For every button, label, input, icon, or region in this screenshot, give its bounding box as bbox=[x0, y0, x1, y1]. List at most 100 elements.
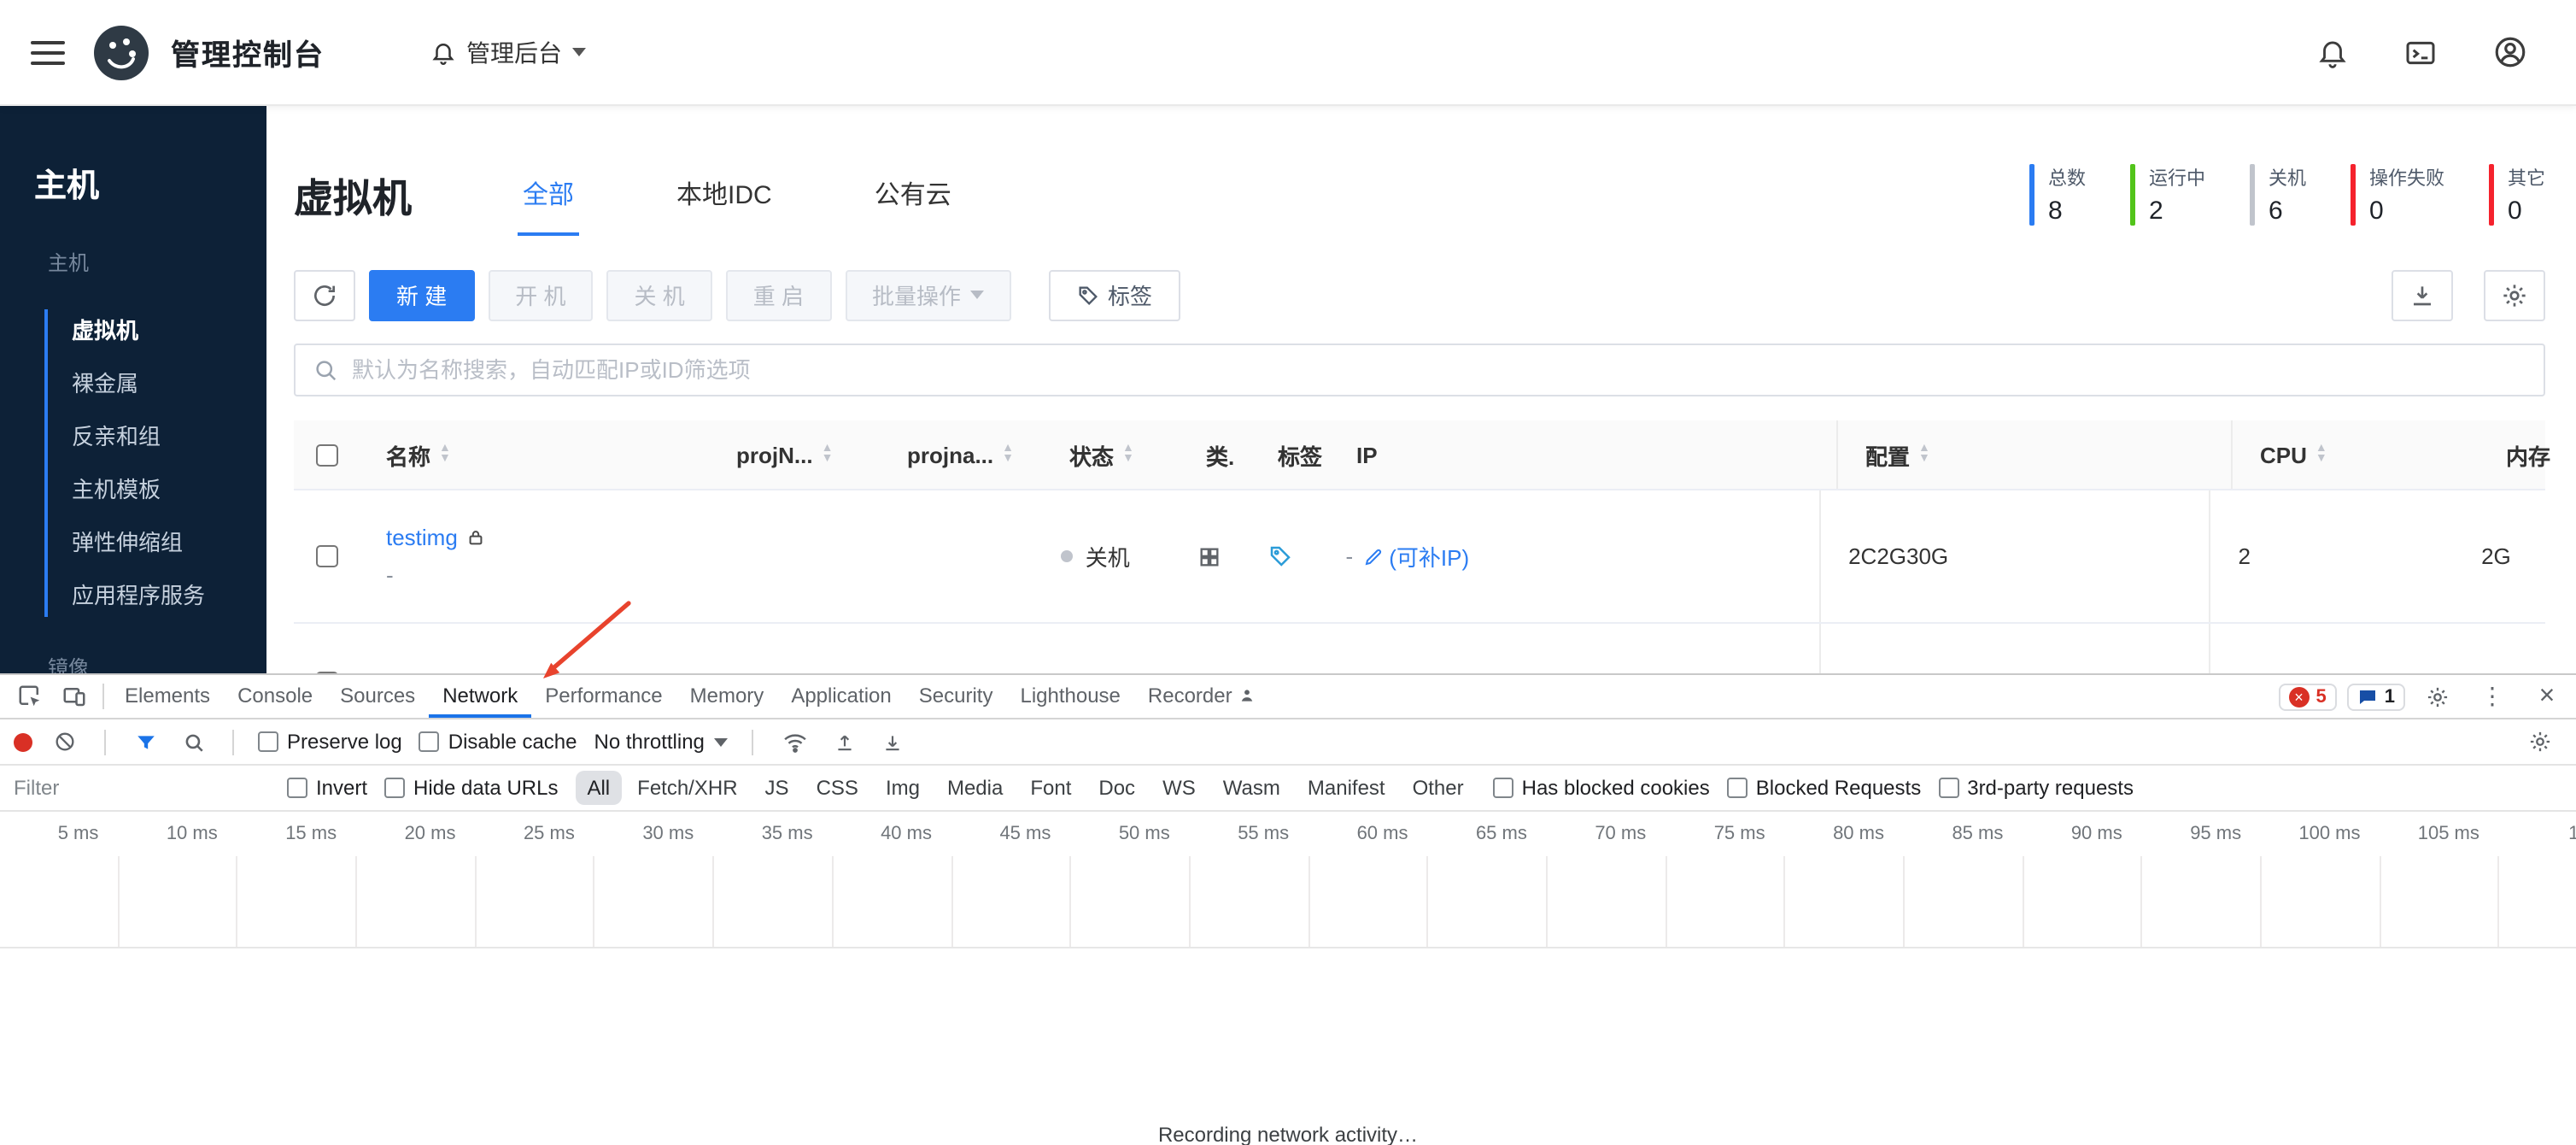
record-button[interactable] bbox=[14, 732, 32, 751]
disable-cache-checkbox[interactable]: Disable cache bbox=[419, 730, 577, 754]
sort-icon[interactable] bbox=[1918, 444, 1930, 465]
third-party-requests-checkbox[interactable]: 3rd-party requests bbox=[1938, 776, 2134, 800]
table-column-header[interactable]: projN... bbox=[709, 420, 880, 489]
select-all-checkbox[interactable] bbox=[315, 443, 337, 466]
sidebar-item[interactable]: 虚拟机 bbox=[0, 304, 266, 357]
sidebar-item[interactable]: 反亲和组 bbox=[0, 410, 266, 463]
workspace-switcher[interactable]: 管理后台 bbox=[430, 35, 586, 69]
devtools-tab[interactable]: Recorder bbox=[1134, 675, 1270, 718]
notifications-bell-icon[interactable] bbox=[2306, 26, 2357, 78]
preserve-log-checkbox[interactable]: Preserve log bbox=[258, 730, 402, 754]
table-column-header[interactable]: CPU bbox=[2231, 420, 2479, 489]
view-tab[interactable]: 公有云 bbox=[869, 154, 957, 236]
devtools-tab[interactable]: Performance bbox=[531, 675, 676, 718]
device-toolbar-icon[interactable] bbox=[51, 675, 96, 718]
tags-button[interactable]: 标签 bbox=[1048, 269, 1180, 320]
vm-toolbar: 新 建 开 机 关 机 重 启 批量操作 标签 bbox=[294, 268, 2545, 321]
request-type-pill[interactable]: Doc bbox=[1086, 771, 1147, 805]
row-checkbox[interactable] bbox=[315, 545, 337, 567]
sort-icon[interactable] bbox=[822, 444, 834, 465]
tag-icon[interactable] bbox=[1268, 543, 1293, 569]
devtools-tab[interactable]: Memory bbox=[676, 675, 778, 718]
devtools-tab[interactable]: Elements bbox=[111, 675, 224, 718]
devtools-tab[interactable]: Application bbox=[777, 675, 905, 718]
blocked-requests-checkbox[interactable]: Blocked Requests bbox=[1726, 776, 1921, 800]
table-row[interactable]: testimg - 关机 - (可补IP) 2C2G30G 2 2G bbox=[294, 490, 2545, 624]
network-settings-icon[interactable] bbox=[2518, 730, 2562, 754]
hide-data-urls-checkbox[interactable]: Hide data URLs bbox=[384, 776, 558, 800]
sort-icon[interactable] bbox=[1002, 444, 1014, 465]
invert-label: Invert bbox=[316, 776, 368, 800]
network-search-icon[interactable] bbox=[178, 731, 208, 753]
table-column-header[interactable]: 类. bbox=[1179, 420, 1250, 489]
table-column-header[interactable]: 配置 bbox=[1836, 420, 2231, 489]
export-har-icon[interactable] bbox=[877, 731, 908, 753]
issues-badge[interactable]: 1 bbox=[2346, 683, 2405, 710]
devtools-tab[interactable]: Sources bbox=[326, 675, 429, 718]
sort-icon[interactable] bbox=[2315, 444, 2327, 465]
clear-icon[interactable] bbox=[50, 730, 80, 754]
view-tab[interactable]: 全部 bbox=[518, 154, 580, 236]
reboot-button[interactable]: 重 启 bbox=[725, 269, 831, 320]
sidebar-item[interactable]: 弹性伸缩组 bbox=[0, 516, 266, 569]
table-column-header[interactable]: 内存 bbox=[2479, 420, 2571, 489]
console-errors-badge[interactable]: 5 bbox=[2278, 683, 2337, 710]
create-button[interactable]: 新 建 bbox=[369, 269, 475, 320]
sort-icon[interactable] bbox=[439, 444, 451, 465]
request-type-pill[interactable]: All bbox=[575, 771, 623, 805]
sort-icon[interactable] bbox=[1122, 444, 1134, 465]
request-type-pill[interactable]: WS bbox=[1150, 771, 1208, 805]
grid-type-icon[interactable] bbox=[1197, 544, 1221, 568]
request-type-pill[interactable]: Fetch/XHR bbox=[625, 771, 749, 805]
sidebar-item[interactable]: 裸金属 bbox=[0, 357, 266, 410]
request-type-pill[interactable]: Img bbox=[874, 771, 932, 805]
devtools-close-icon[interactable] bbox=[2525, 681, 2569, 712]
batch-actions-button[interactable]: 批量操作 bbox=[845, 269, 1011, 320]
devtools-tab[interactable]: Network bbox=[429, 675, 532, 718]
import-har-icon[interactable] bbox=[829, 731, 860, 753]
vm-name-link[interactable]: testimg bbox=[386, 525, 458, 550]
request-type-pill[interactable]: JS bbox=[753, 771, 801, 805]
network-conditions-icon[interactable] bbox=[778, 729, 812, 755]
table-column-header[interactable]: 名称 bbox=[359, 420, 709, 489]
request-type-pill[interactable]: Font bbox=[1018, 771, 1083, 805]
devtools-menu-icon[interactable] bbox=[2470, 682, 2515, 711]
table-column-header[interactable]: 状态 bbox=[1042, 420, 1179, 489]
invert-checkbox[interactable]: Invert bbox=[287, 776, 367, 800]
power-off-button[interactable]: 关 机 bbox=[606, 269, 712, 320]
user-avatar[interactable] bbox=[2484, 26, 2535, 78]
sidebar-item[interactable]: 应用程序服务 bbox=[0, 569, 266, 622]
hamburger-menu-icon[interactable] bbox=[31, 33, 65, 71]
view-tab[interactable]: 本地IDC bbox=[671, 154, 777, 236]
request-type-pill[interactable]: Wasm bbox=[1211, 771, 1292, 805]
sidebar-group-hosts[interactable]: 主机 bbox=[48, 248, 266, 277]
has-blocked-cookies-checkbox[interactable]: Has blocked cookies bbox=[1492, 776, 1710, 800]
table-column-header[interactable]: 标签 bbox=[1250, 420, 1329, 489]
terminal-icon[interactable] bbox=[2395, 26, 2446, 78]
request-type-pill[interactable]: CSS bbox=[805, 771, 870, 805]
power-on-button[interactable]: 开 机 bbox=[488, 269, 594, 320]
assign-ip-link[interactable]: (可补IP) bbox=[1363, 540, 1469, 572]
devtools-tab[interactable]: Lighthouse bbox=[1006, 675, 1133, 718]
network-filter-input[interactable] bbox=[14, 776, 270, 800]
stat-item: 关机 6 bbox=[2250, 164, 2306, 226]
search-input[interactable] bbox=[352, 357, 2526, 383]
refresh-button[interactable] bbox=[294, 269, 355, 320]
request-type-pill[interactable]: Media bbox=[935, 771, 1015, 805]
stats-summary: 总数 8 运行中 2 关机 6 操作失败 0 其它 0 bbox=[2029, 164, 2545, 226]
devtools-tab[interactable]: Security bbox=[905, 675, 1007, 718]
inspect-element-icon[interactable] bbox=[7, 675, 51, 718]
download-button[interactable] bbox=[2392, 269, 2453, 320]
devtools-settings-icon[interactable] bbox=[2415, 684, 2460, 708]
filter-icon[interactable] bbox=[130, 731, 161, 753]
sidebar-item[interactable]: 主机模板 bbox=[0, 463, 266, 516]
stat-label: 运行中 bbox=[2149, 169, 2205, 190]
table-settings-button[interactable] bbox=[2484, 269, 2545, 320]
throttling-select[interactable]: No throttling bbox=[594, 730, 729, 754]
request-type-pill[interactable]: Other bbox=[1401, 771, 1476, 805]
devtools-tab[interactable]: Console bbox=[224, 675, 326, 718]
table-column-header[interactable]: IP bbox=[1329, 420, 1836, 489]
table-column-header[interactable]: projna... bbox=[880, 420, 1042, 489]
devtools-tab-label: Performance bbox=[545, 683, 663, 707]
request-type-pill[interactable]: Manifest bbox=[1296, 771, 1397, 805]
